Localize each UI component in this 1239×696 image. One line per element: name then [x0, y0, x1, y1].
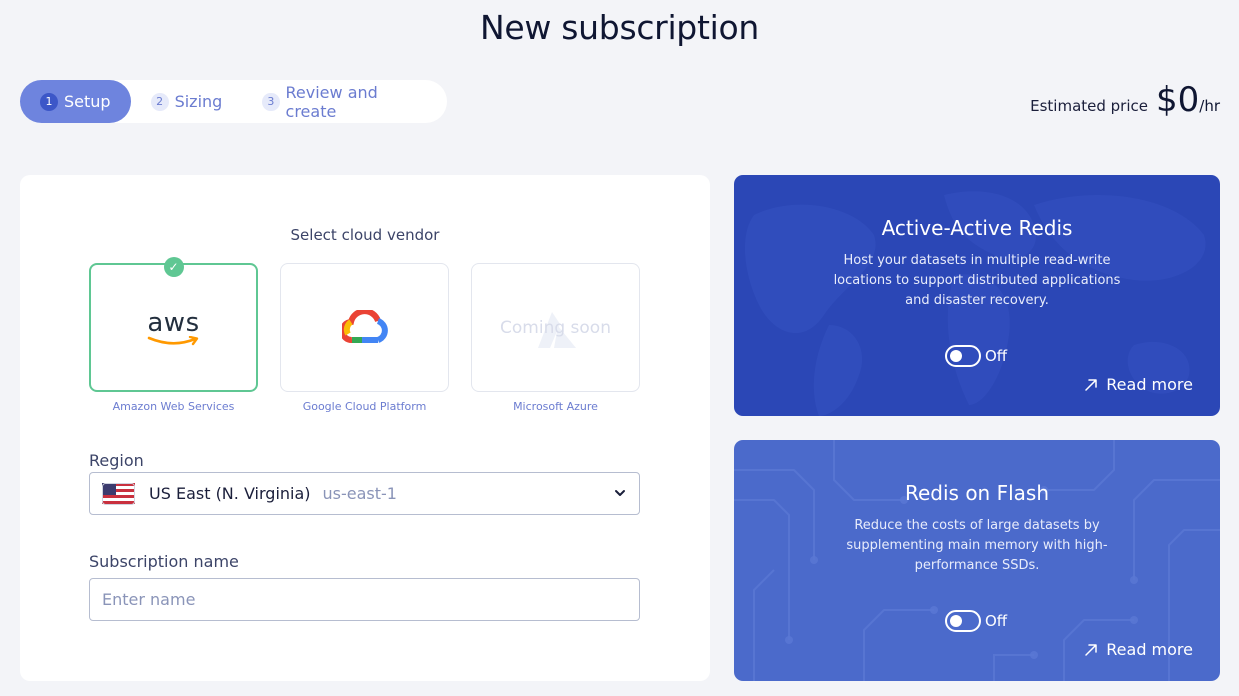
toggle-track [945, 610, 981, 632]
aws-logo: aws [147, 310, 201, 346]
read-more-label: Read more [1106, 640, 1193, 659]
vendor-card-azure: Coming soon [471, 263, 640, 392]
check-icon: ✓ [163, 257, 184, 277]
price-label: Estimated price [1030, 97, 1148, 115]
vendor-caption: Amazon Web Services [112, 400, 235, 413]
subscription-name-label: Subscription name [89, 552, 239, 571]
region-label: Region [89, 451, 144, 470]
read-more-link[interactable]: Read more [1084, 375, 1193, 394]
toggle-state-label: Off [985, 347, 1008, 365]
price-unit: /hr [1199, 97, 1220, 115]
vendor-caption: Microsoft Azure [513, 400, 598, 413]
page-title: New subscription [480, 8, 759, 47]
step-setup[interactable]: 1 Setup [20, 80, 131, 123]
setup-panel: Select cloud vendor ✓ aws Amazon Web Ser… [20, 175, 710, 681]
toggle-knob [950, 350, 962, 362]
step-number: 3 [262, 92, 280, 111]
step-label: Sizing [174, 92, 223, 111]
chevron-down-icon [615, 490, 625, 496]
step-number: 2 [150, 92, 169, 111]
vendor-title: Select cloud vendor [290, 226, 440, 244]
stepper: 1 Setup 2 Sizing 3 Review and create [20, 80, 447, 123]
toggle-knob [950, 615, 962, 627]
aws-smile-icon [147, 335, 198, 345]
step-sizing[interactable]: 2 Sizing [131, 80, 243, 123]
step-number: 1 [40, 92, 58, 111]
external-arrow-icon [1085, 378, 1098, 391]
subscription-name-input[interactable] [89, 578, 640, 621]
read-more-label: Read more [1106, 375, 1193, 394]
active-active-card: Active-Active Redis Host your datasets i… [734, 175, 1220, 416]
feature-title: Redis on Flash [904, 481, 1049, 505]
vendor-caption: Google Cloud Platform [302, 400, 427, 413]
active-active-toggle[interactable]: Off [945, 345, 1007, 367]
redis-on-flash-toggle[interactable]: Off [945, 610, 1007, 632]
vendor-card-gcp[interactable] [280, 263, 449, 392]
toggle-track [945, 345, 981, 367]
region-code: us-east-1 [322, 484, 397, 503]
external-arrow-icon [1085, 643, 1098, 656]
google-cloud-icon [341, 309, 388, 343]
coming-soon-label: Coming soon [500, 317, 611, 338]
price-amount: $0 [1156, 80, 1200, 120]
feature-title: Active-Active Redis [881, 216, 1073, 240]
redis-on-flash-card: Redis on Flash Reduce the costs of large… [734, 440, 1220, 681]
region-select[interactable]: US East (N. Virginia) us-east-1 [89, 472, 640, 515]
step-label: Review and create [285, 82, 378, 121]
toggle-state-label: Off [985, 612, 1008, 630]
estimated-price: Estimated price $0 /hr [1030, 80, 1220, 120]
feature-description: Reduce the costs of large datasets by su… [846, 518, 1108, 573]
region-name: US East (N. Virginia) [149, 484, 311, 503]
us-flag-icon [102, 482, 135, 505]
step-review-and-create[interactable]: 3 Review and create [242, 80, 447, 123]
read-more-link[interactable]: Read more [1084, 640, 1193, 659]
step-label: Setup [64, 92, 111, 111]
vendor-card-aws[interactable]: ✓ aws [89, 257, 258, 392]
feature-description: Host your datasets in multiple read-writ… [833, 253, 1121, 308]
